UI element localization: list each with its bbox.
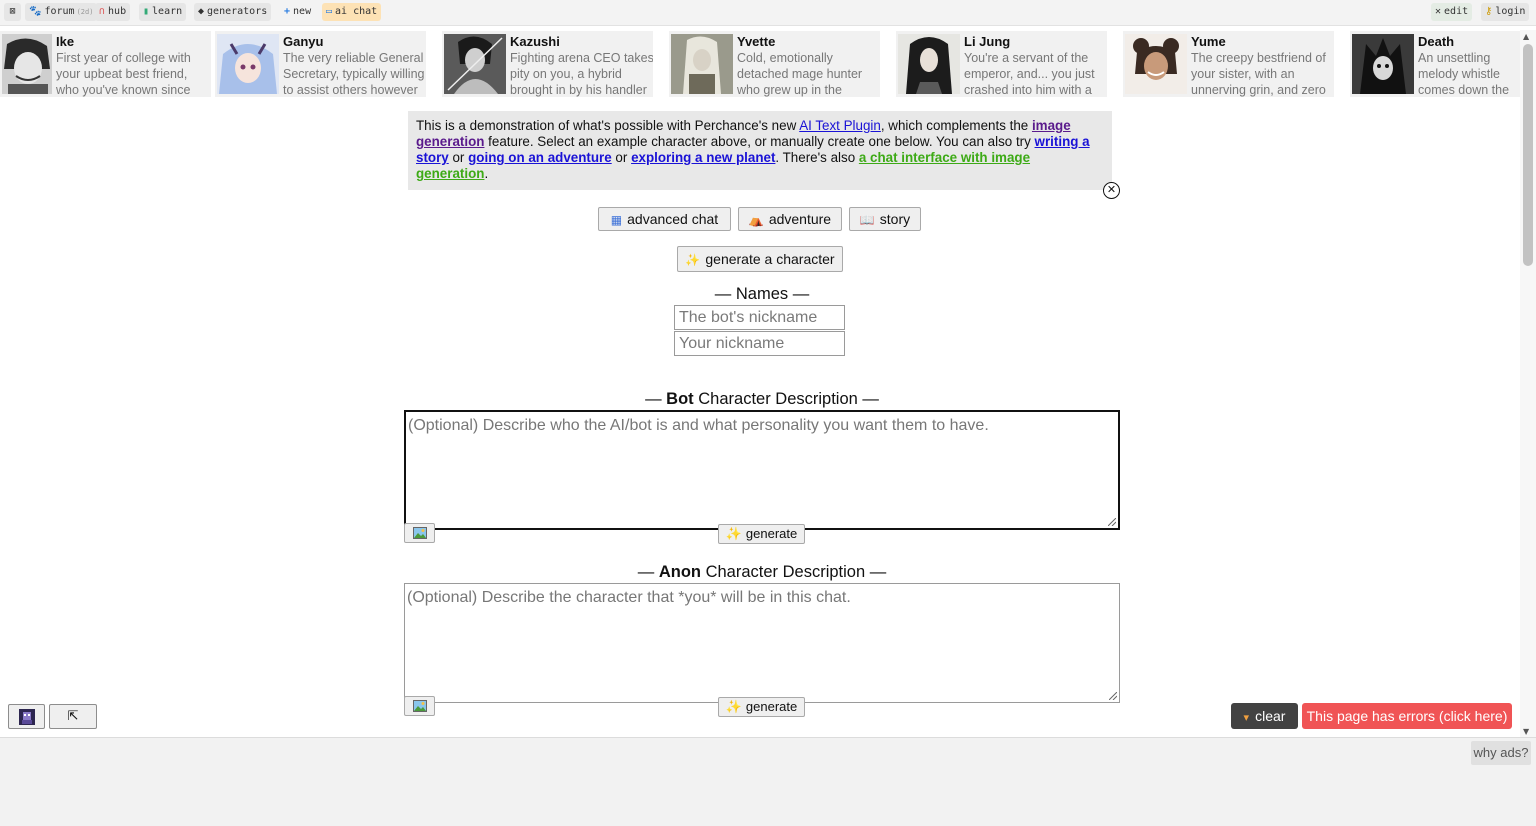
plus-icon: + — [284, 6, 291, 17]
character-avatar — [898, 34, 960, 94]
nav-new-button[interactable]: + new — [280, 3, 315, 21]
nav-learn-button[interactable]: ▮ learn — [139, 3, 187, 21]
sparkles-icon: ✨ — [725, 699, 742, 714]
books-icon: ▮ — [143, 6, 150, 17]
page-errors-button[interactable]: This page has errors (click here) — [1302, 703, 1512, 729]
bot-description-textarea[interactable]: (Optional) Describe who the AI/bot is an… — [404, 410, 1120, 530]
nav-hub-button[interactable]: ∩ hub — [95, 3, 131, 21]
edit-button[interactable]: ✕ edit — [1431, 3, 1473, 21]
scroll-up-arrow-icon[interactable]: ▲ — [1523, 32, 1529, 41]
bot-generate-button[interactable]: ✨ generate — [718, 524, 805, 544]
close-icon: ✕ — [1106, 183, 1117, 196]
character-card-yume[interactable]: Yume The creepy bestfriend of your siste… — [1123, 31, 1334, 97]
bot-nickname-input[interactable]: The bot's nickname — [674, 305, 845, 330]
character-card-ike[interactable]: Ike First year of college with your upbe… — [0, 31, 211, 97]
expand-button[interactable]: ⇱ — [49, 704, 97, 729]
pixel-avatar-icon — [18, 708, 35, 725]
scroll-down-arrow-icon[interactable]: ▼ — [1523, 727, 1529, 736]
login-button[interactable]: ⚷ login — [1481, 3, 1530, 21]
names-section-title: — Names — — [714, 285, 810, 303]
broom-icon: ▾ — [1243, 712, 1250, 724]
adventure-button[interactable]: ⛺ adventure — [738, 207, 842, 231]
going-on-an-adventure-link[interactable]: going on an adventure — [468, 150, 612, 165]
character-card-yvette[interactable]: Yvette Cold, emotionally detached mage h… — [669, 31, 880, 97]
nav-generators-button[interactable]: ◆ generators — [194, 3, 272, 21]
bot-image-button[interactable] — [404, 523, 435, 543]
story-button[interactable]: 📖 story — [849, 207, 921, 231]
chat-bubble-icon: ▭ — [326, 6, 333, 17]
character-avatar — [1125, 34, 1187, 94]
tag-icon: ◆ — [198, 6, 205, 17]
tools-icon: ✕ — [1435, 6, 1442, 17]
user-nickname-input[interactable]: Your nickname — [674, 331, 845, 356]
anon-image-button[interactable] — [404, 696, 435, 716]
sparkles-icon: ✨ — [685, 253, 701, 267]
character-card-death[interactable]: Death An unsettling melody whistle comes… — [1350, 31, 1520, 97]
bot-description-title: — Bot Character Description — — [645, 390, 879, 408]
character-card-kazushi[interactable]: Kazushi Fighting arena CEO takes pity on… — [442, 31, 653, 97]
character-card-ganyu[interactable]: Ganyu The very reliable General Secretar… — [215, 31, 426, 97]
page-scrollbar[interactable]: ▲ ▼ — [1520, 30, 1536, 738]
avatar-picker-button[interactable] — [8, 704, 45, 729]
adventurer-icon: ⛺ — [748, 213, 764, 227]
character-avatar — [217, 34, 279, 94]
scrollbar-thumb[interactable] — [1523, 44, 1533, 266]
character-card-li-jung[interactable]: Li Jung You're a servant of the emperor,… — [896, 31, 1107, 97]
character-avatar — [444, 34, 506, 94]
sparkles-icon: ✨ — [725, 526, 742, 541]
why-ads-button[interactable]: why ads? — [1471, 741, 1531, 765]
paw-icon: 🐾 — [29, 6, 42, 17]
picture-icon — [413, 700, 427, 712]
advanced-chat-button[interactable]: ▦ advanced chat — [598, 207, 731, 231]
nav-forum-button[interactable]: 🐾 forum (2d) — [25, 3, 98, 21]
ad-area — [0, 737, 1536, 826]
top-nav-bar: ⊠ 🐾 forum (2d) ∩ hub ▮ learn ◆ generators + ne… — [0, 0, 1536, 26]
intro-info-box: This is a demonstration of what's possib… — [408, 111, 1112, 190]
character-avatar — [1352, 34, 1414, 94]
clear-button[interactable]: ▾ clear — [1231, 703, 1298, 729]
ai-text-plugin-link[interactable]: AI Text Plugin — [799, 118, 881, 133]
close-info-button[interactable]: ✕ — [1103, 182, 1120, 199]
nav-ai-chat-button[interactable]: ▭ ai chat — [322, 3, 382, 21]
character-strip: Ike First year of college with your upbe… — [0, 31, 1520, 97]
book-icon: 📖 — [859, 213, 875, 227]
generate-character-button[interactable]: ✨ generate a character — [677, 246, 843, 272]
grid-icon: ▦ — [610, 213, 623, 227]
square-x-icon: ⊠ — [9, 6, 16, 17]
exploring-a-new-planet-link[interactable]: exploring a new planet — [631, 150, 775, 165]
rainbow-icon: ∩ — [99, 6, 106, 17]
key-icon: ⚷ — [1485, 6, 1493, 17]
anon-description-textarea[interactable]: (Optional) Describe the character that *… — [404, 583, 1120, 703]
menu-toggle-button[interactable]: ⊠ — [4, 3, 21, 21]
resize-handle-icon[interactable] — [1108, 518, 1116, 526]
anon-description-title: — Anon Character Description — — [637, 563, 887, 581]
resize-handle-icon[interactable] — [1109, 692, 1117, 700]
picture-icon — [413, 527, 427, 539]
anon-generate-button[interactable]: ✨ generate — [718, 697, 805, 717]
character-avatar — [671, 34, 733, 94]
arrow-up-left-icon: ⇱ — [67, 709, 79, 724]
character-avatar — [2, 34, 52, 94]
